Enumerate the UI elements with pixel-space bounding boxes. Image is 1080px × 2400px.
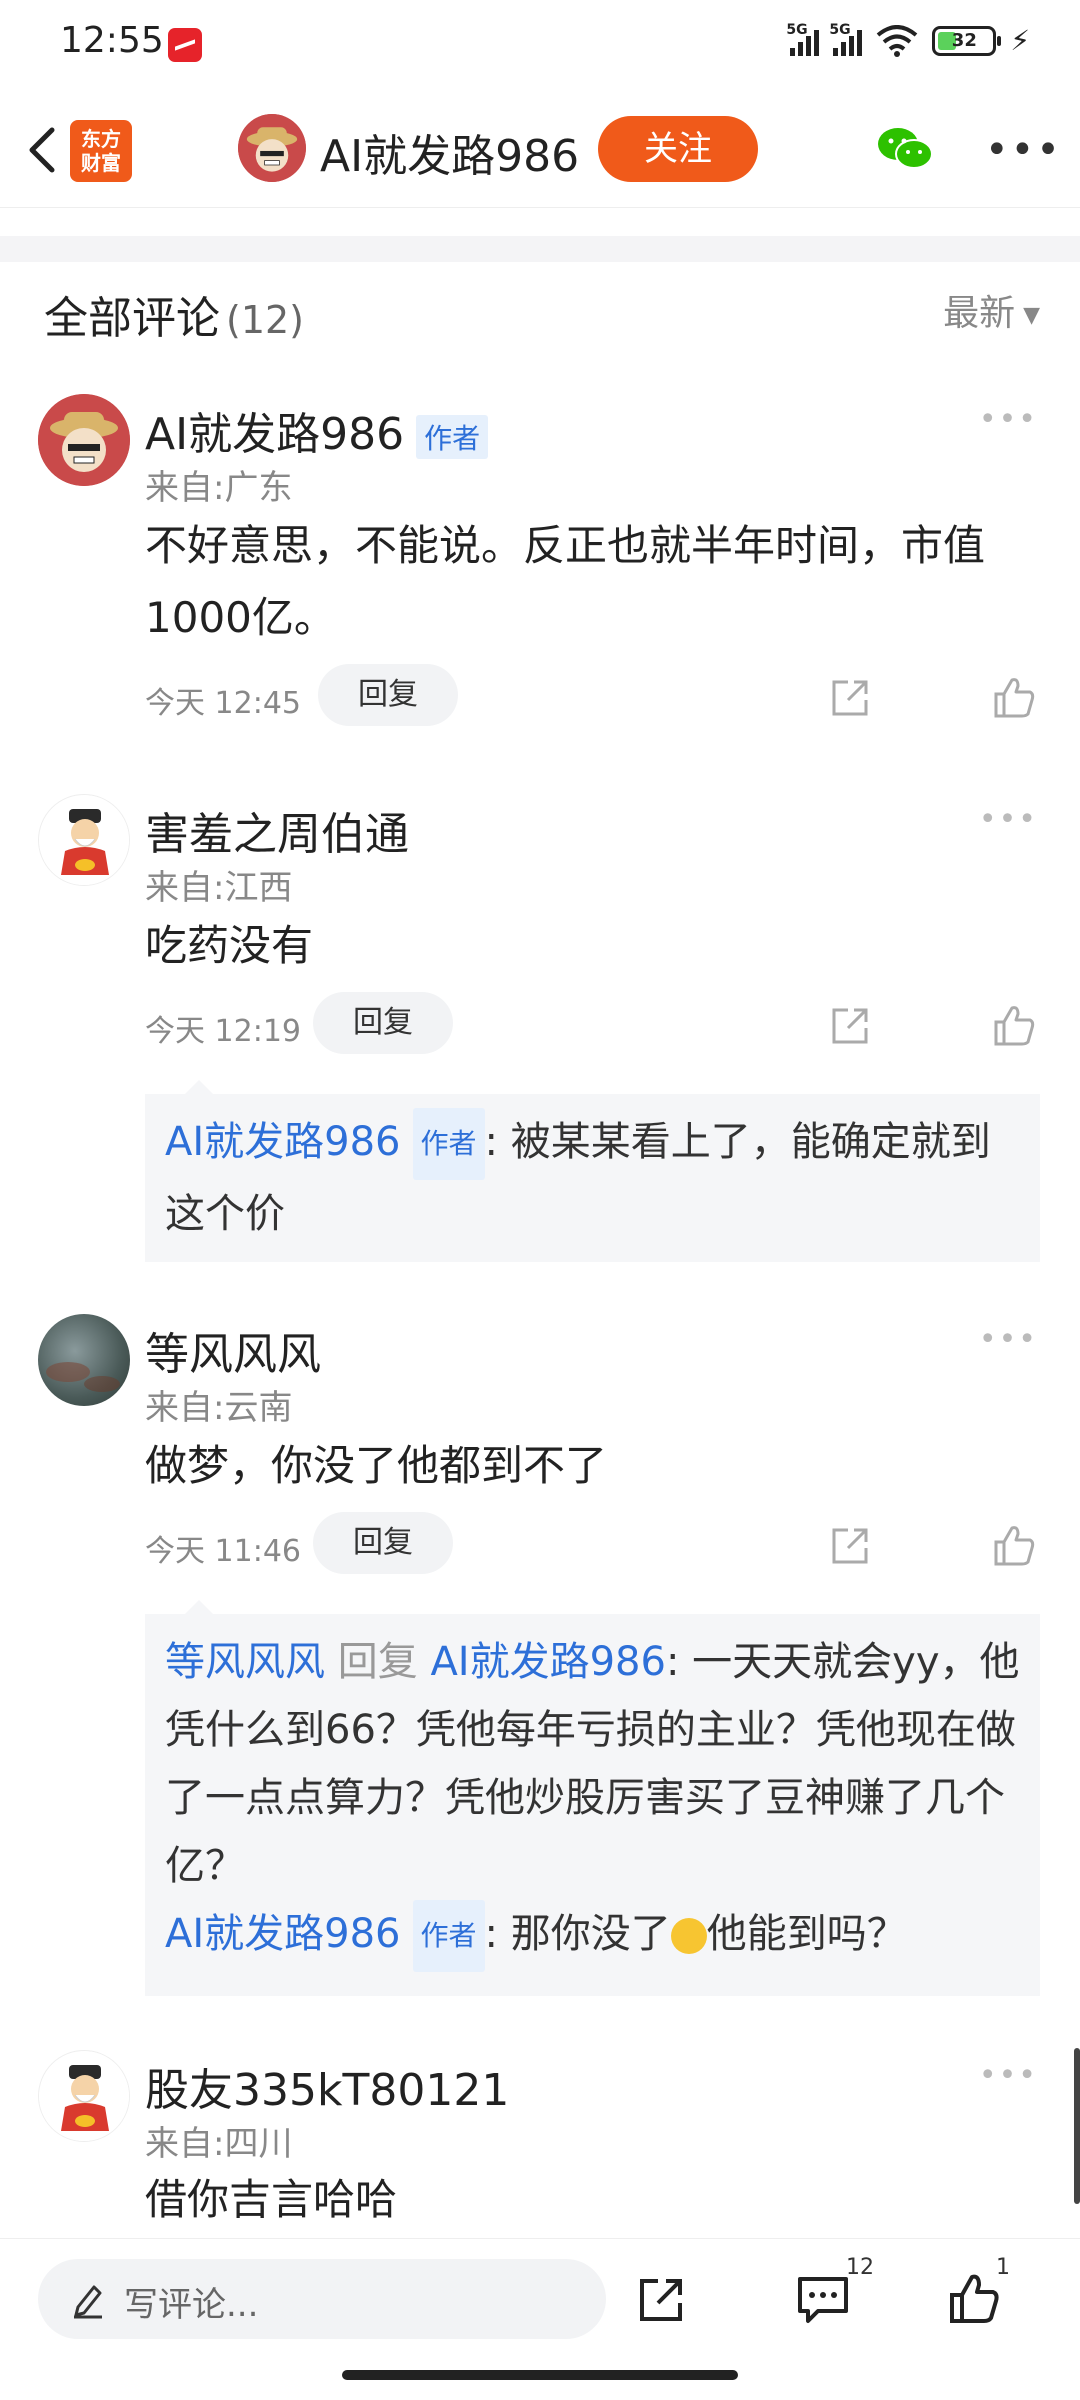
wifi-icon: [877, 24, 918, 57]
reply-thread[interactable]: 等风风风 回复 AI就发路986: 一天天就会yy，他凭什么到66？凭他每年亏损…: [145, 1600, 1040, 1996]
comment-author-name[interactable]: AI就发路986 作者: [145, 398, 489, 462]
comment-text: 不好意思，不能说。反正也就半年时间，市值1000亿。: [145, 521, 986, 642]
reply-text: 他能到吗？: [706, 1911, 907, 1957]
avatar[interactable]: [38, 2050, 130, 2142]
reply-item: AI就发路986 作者: 被某某看上了，能确定就到这个价: [165, 1108, 1020, 1248]
status-indicators: 5G 5G 32 ⚡: [786, 22, 1030, 58]
home-indicator[interactable]: [342, 2370, 738, 2380]
comment-author-name[interactable]: 股友335kT80121: [145, 2054, 509, 2118]
share-icon[interactable]: [828, 1004, 872, 1048]
comments-header: 全部评论 (12): [44, 282, 304, 346]
comment-more-icon[interactable]: •••: [979, 2058, 1038, 2093]
reply-button[interactable]: 回复: [313, 1512, 453, 1574]
charging-icon: ⚡: [1010, 24, 1030, 57]
reply-author-name[interactable]: 等风风风: [165, 1639, 325, 1685]
comment-time: 今天 12:19: [145, 1014, 301, 1049]
author-badge: 作者: [412, 1900, 485, 1972]
bottom-action-bar: 写评论... 12 1: [0, 2238, 1080, 2358]
pen-icon: [74, 2285, 102, 2319]
reply-author-name[interactable]: AI就发路986: [165, 1911, 401, 1957]
page-title: AI就发路986: [320, 131, 580, 182]
comment-input-placeholder: 写评论...: [124, 2285, 259, 2325]
comment-more-icon[interactable]: •••: [979, 802, 1038, 837]
like-icon[interactable]: [992, 1002, 1038, 1048]
comment-location: 来自:江西: [145, 868, 293, 908]
avatar[interactable]: [38, 1314, 130, 1406]
comment-author-name[interactable]: 害羞之周伯通: [145, 798, 409, 862]
reply-button[interactable]: 回复: [313, 992, 453, 1054]
reply-word: 回复: [337, 1639, 418, 1685]
more-icon[interactable]: •••: [985, 130, 1062, 170]
avatar[interactable]: [38, 794, 130, 886]
signal-icon: 5G: [829, 22, 863, 56]
top-nav-bar: 东方 财富 AI就发路986 关注 •••: [0, 90, 1080, 208]
dropdown-triangle-icon: ▼: [1023, 302, 1040, 328]
signal-icon: 5G: [786, 22, 820, 56]
comments-title: 全部评论: [44, 293, 220, 344]
like-count-badge: 1: [996, 2255, 1010, 2280]
reply-item: 等风风风 回复 AI就发路986: 一天天就会yy，他凭什么到66？凭他每年亏损…: [165, 1628, 1020, 1900]
reply-item: AI就发路986 作者: 那你没了 他能到吗？: [165, 1900, 1020, 1972]
reply-thread[interactable]: AI就发路986 作者: 被某某看上了，能确定就到这个价: [145, 1080, 1040, 1262]
wechat-icon[interactable]: [876, 124, 934, 174]
reply-text: : 那你没了: [484, 1911, 671, 1957]
comment-more-icon[interactable]: •••: [979, 1322, 1038, 1357]
comment-input[interactable]: 写评论...: [38, 2259, 606, 2339]
battery-icon: 32: [932, 25, 1002, 56]
avatar[interactable]: [38, 394, 130, 486]
author-badge: 作者: [412, 1108, 485, 1180]
reply-target-name[interactable]: AI就发路986: [430, 1639, 666, 1685]
comment-count-badge: 12: [846, 2255, 874, 2280]
comment-more-icon[interactable]: •••: [979, 402, 1038, 437]
back-icon[interactable]: [18, 120, 68, 180]
comment-text: 吃药没有: [145, 921, 314, 970]
app-logo[interactable]: 东方 财富: [70, 120, 132, 182]
author-avatar[interactable]: [238, 114, 306, 182]
sort-label: 最新: [943, 293, 1016, 334]
comments-count: (12): [226, 298, 305, 342]
status-bar: 12:55 5G 5G 32 ⚡: [0, 0, 1080, 90]
section-divider: [0, 236, 1080, 262]
comment-time: 今天 11:46: [145, 1534, 301, 1569]
comment-location: 来自:四川: [145, 2124, 293, 2164]
share-icon[interactable]: [828, 676, 872, 720]
sort-dropdown[interactable]: 最新 ▼: [943, 284, 1040, 336]
reply-author-name[interactable]: AI就发路986: [165, 1119, 401, 1165]
like-icon[interactable]: [992, 674, 1038, 720]
comment-author-name[interactable]: 等风风风: [145, 1318, 321, 1382]
like-icon[interactable]: [992, 1522, 1038, 1568]
comment-location: 来自:广东: [145, 468, 293, 508]
status-time: 12:55: [60, 20, 164, 61]
app-notification-icon: [168, 28, 202, 62]
share-icon[interactable]: [828, 1524, 872, 1568]
scrollbar[interactable]: [1074, 2048, 1080, 2204]
laugh-emoji-icon: [670, 1918, 707, 1954]
comment-location: 来自:云南: [145, 1388, 293, 1428]
reply-button[interactable]: 回复: [318, 664, 458, 726]
comment-text: 做梦，你没了他都到不了: [145, 1441, 608, 1490]
follow-button[interactable]: 关注: [598, 116, 758, 182]
comment-icon[interactable]: [796, 2275, 850, 2325]
comment-text: 借你吉言哈哈: [145, 2175, 398, 2224]
comment-time: 今天 12:45: [145, 686, 301, 721]
share-icon[interactable]: [636, 2275, 686, 2325]
like-icon[interactable]: [948, 2271, 1002, 2325]
author-badge: 作者: [416, 415, 489, 459]
